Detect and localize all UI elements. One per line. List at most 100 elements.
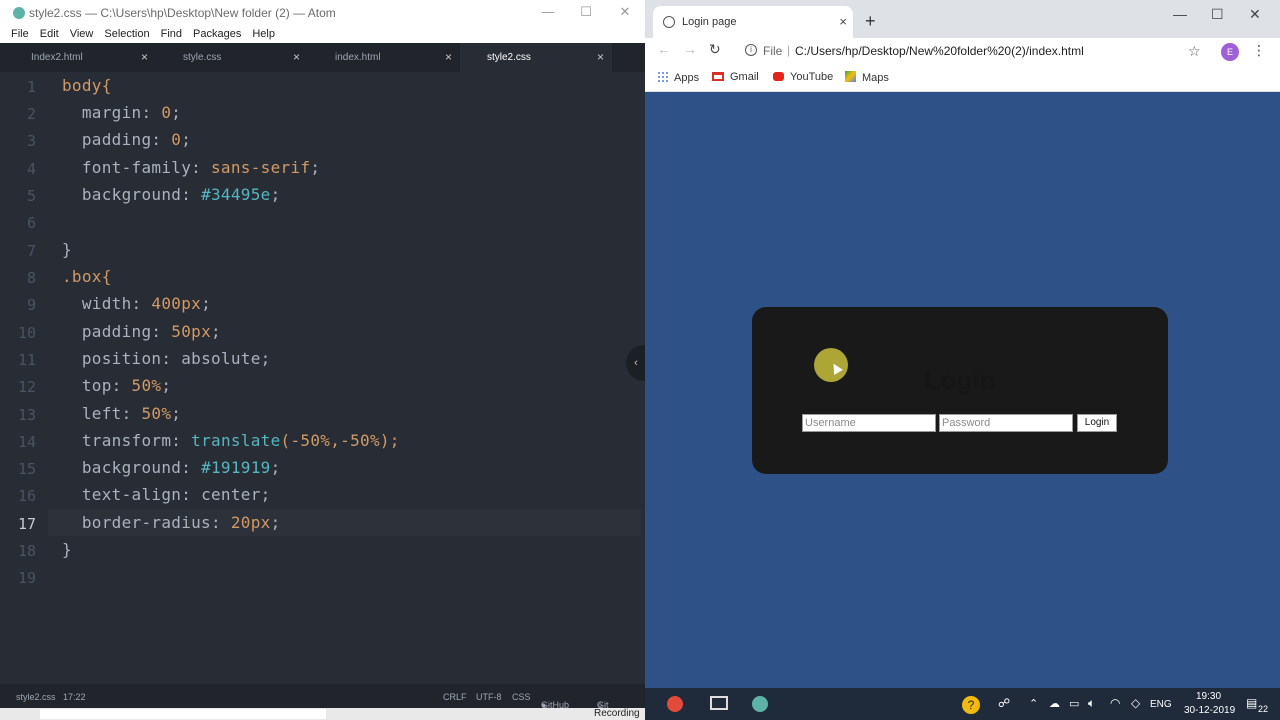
- menu-kebab-icon[interactable]: ⋮: [1252, 42, 1266, 59]
- code-token: 50%: [141, 404, 172, 423]
- code-token: top:: [62, 376, 132, 395]
- line-number: 19: [17, 569, 36, 587]
- code-token: translate: [191, 431, 281, 450]
- wifi-icon[interactable]: ◠: [1110, 696, 1120, 710]
- close-icon[interactable]: ✕: [1249, 6, 1261, 23]
- tab-style-css[interactable]: style.css ×: [156, 43, 308, 72]
- line-number: 17: [17, 515, 36, 533]
- taskbar-left-strip: Recording: [0, 708, 645, 720]
- url-text[interactable]: C:/Users/hp/Desktop/New%20folder%20(2)/i…: [795, 44, 1084, 58]
- menu-selection[interactable]: Selection: [104, 28, 149, 40]
- back-icon[interactable]: ←: [657, 41, 671, 57]
- tab-style2-css[interactable]: style2.css ×: [460, 43, 612, 72]
- volume-icon[interactable]: 🔈︎: [1088, 696, 1095, 711]
- tab-close-icon[interactable]: ×: [597, 43, 604, 72]
- status-line-ending[interactable]: CRLF: [443, 692, 467, 702]
- login-button[interactable]: Login: [1077, 414, 1117, 432]
- line-number: 7: [26, 242, 36, 260]
- tab-close-icon[interactable]: ×: [839, 14, 847, 29]
- bookmark-star-icon[interactable]: ☆: [1188, 43, 1201, 60]
- line-number: 13: [17, 406, 36, 424]
- username-input[interactable]: Username: [802, 414, 936, 432]
- clock-time[interactable]: 19:30: [1196, 691, 1221, 702]
- code-line: border-radius: 20px;: [62, 513, 281, 532]
- tab-index2-html[interactable]: Index2.html ×: [4, 43, 156, 72]
- address-bar[interactable]: i File | C:/Users/hp/Desktop/New%20folde…: [737, 38, 1177, 64]
- bookmark-maps[interactable]: Maps: [845, 71, 889, 84]
- language-indicator[interactable]: ENG: [1150, 699, 1172, 710]
- menu-packages[interactable]: Packages: [193, 28, 241, 40]
- notification-count: 22: [1258, 704, 1269, 714]
- maps-icon: [845, 71, 856, 82]
- clock-date[interactable]: 30-12-2019: [1184, 705, 1235, 716]
- menu-file[interactable]: File: [11, 28, 29, 40]
- notifications-icon[interactable]: ▤: [1246, 696, 1257, 710]
- password-input[interactable]: Password: [939, 414, 1073, 432]
- tab-index-html[interactable]: index.html ×: [308, 43, 460, 72]
- maximize-icon[interactable]: ☐: [578, 4, 594, 20]
- tab-close-icon[interactable]: ×: [445, 43, 452, 72]
- menu-help[interactable]: Help: [252, 28, 275, 40]
- tab-label: style2.css: [487, 52, 531, 63]
- chrome-tab-login-page[interactable]: Login page ×: [653, 6, 853, 38]
- menu-view[interactable]: View: [70, 28, 94, 40]
- battery-icon[interactable]: ▭: [1069, 697, 1079, 710]
- reload-icon[interactable]: ↻: [709, 41, 721, 58]
- scheme-label: File: [763, 44, 783, 58]
- menu-edit[interactable]: Edit: [40, 28, 59, 40]
- atom-menubar: File Edit View Selection Find Packages H…: [0, 25, 645, 43]
- code-token: 0: [161, 103, 172, 122]
- code-token: ;: [270, 513, 281, 532]
- bookmark-gmail[interactable]: Gmail: [712, 71, 759, 83]
- menu-find[interactable]: Find: [161, 28, 182, 40]
- code-token: ;: [171, 404, 182, 423]
- maximize-icon[interactable]: ☐: [1211, 6, 1224, 23]
- code-token: text-align:: [62, 485, 202, 504]
- atom-window-title: style2.css — C:\Users\hp\Desktop\New fol…: [29, 5, 336, 20]
- chrome-tab-strip: Login page × + — ☐ ✕: [645, 0, 1280, 38]
- bookmark-label: Maps: [862, 72, 889, 84]
- info-icon[interactable]: i: [745, 44, 757, 56]
- taskbar-search-box[interactable]: [40, 709, 326, 719]
- code-line: width: 400px;: [62, 294, 211, 313]
- code-editor[interactable]: 1 2 3 4 5 6 7 8 9 10 11 12 13 14 15 16 1…: [0, 72, 645, 684]
- forward-icon[interactable]: →: [683, 41, 697, 57]
- chrome-taskbar-icon[interactable]: [667, 696, 683, 712]
- tab-label: index.html: [335, 52, 381, 63]
- help-icon[interactable]: ?: [962, 696, 980, 714]
- code-token: center: [201, 485, 261, 504]
- tab-close-icon[interactable]: ×: [293, 43, 300, 72]
- bookmark-youtube[interactable]: YouTube: [773, 71, 833, 83]
- code-line: }: [62, 540, 72, 559]
- status-grammar[interactable]: CSS: [512, 692, 531, 702]
- status-encoding[interactable]: UTF-8: [476, 692, 502, 702]
- people-icon[interactable]: ☍: [998, 696, 1010, 710]
- bookmark-label: YouTube: [790, 71, 834, 83]
- code-line: text-align: center;: [62, 485, 271, 504]
- status-file[interactable]: style2.css: [16, 692, 56, 702]
- tab-close-icon[interactable]: ×: [141, 43, 148, 72]
- minimize-icon[interactable]: —: [1173, 6, 1187, 22]
- show-hidden-icons-icon[interactable]: ⌃: [1029, 697, 1038, 710]
- dropbox-icon[interactable]: ◇: [1131, 696, 1140, 710]
- line-number: 6: [26, 214, 36, 232]
- profile-avatar[interactable]: E: [1221, 43, 1239, 61]
- bookmark-apps[interactable]: Apps: [657, 71, 699, 84]
- photos-taskbar-icon[interactable]: [710, 696, 728, 710]
- onedrive-icon[interactable]: ☁: [1049, 697, 1060, 710]
- minimize-icon[interactable]: —: [540, 4, 556, 20]
- code-line: background: #34495e;: [62, 185, 281, 204]
- new-tab-icon[interactable]: +: [865, 11, 876, 32]
- close-icon[interactable]: ✕: [617, 4, 633, 20]
- status-cursor-position[interactable]: 17:22: [63, 692, 86, 702]
- youtube-icon: [773, 72, 784, 81]
- code-token: width:: [62, 294, 152, 313]
- recording-label: Recording: [594, 708, 640, 719]
- tab-label: Index2.html: [31, 52, 83, 63]
- line-number: 2: [26, 105, 36, 123]
- line-number: 12: [17, 378, 36, 396]
- code-token: padding:: [62, 322, 172, 341]
- code-line: padding: 0;: [62, 130, 191, 149]
- atom-taskbar-icon[interactable]: [752, 696, 768, 712]
- page-viewport: Login Username Password Login: [645, 93, 1280, 688]
